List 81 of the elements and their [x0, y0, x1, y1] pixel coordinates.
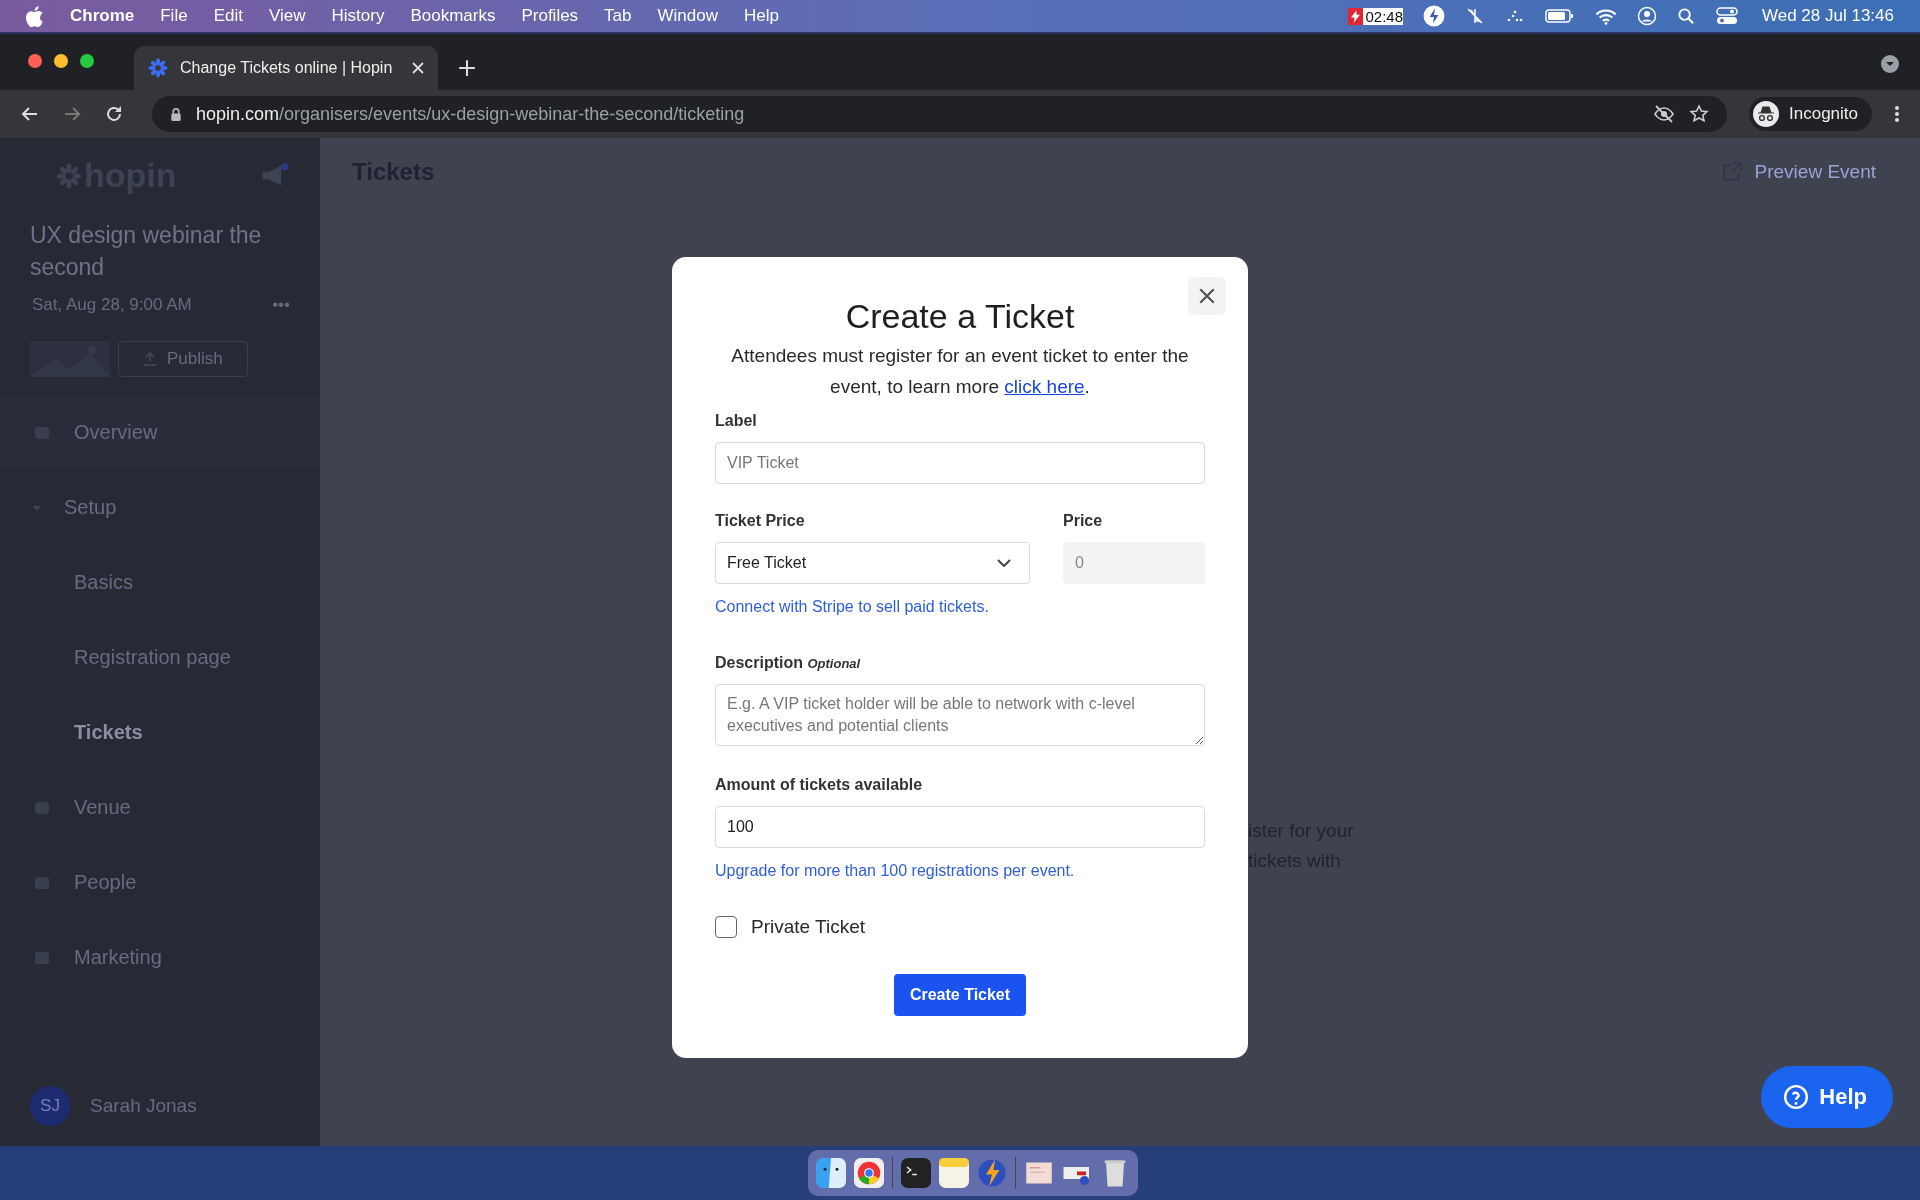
maximize-window-button[interactable] [80, 54, 94, 68]
upgrade-link[interactable]: Upgrade for more than 100 registrations per event. [715, 862, 1075, 880]
menu-item[interactable]: Edit [213, 6, 243, 26]
address-bar[interactable]: hopin.com/organisers/events/ux-design-webinar-the-second/ticketing [152, 96, 1727, 132]
event-title: UX design webinar the second [29, 221, 263, 282]
help-button[interactable]: Help [1761, 1066, 1893, 1128]
finder-icon[interactable] [816, 1158, 846, 1188]
nav-item[interactable]: Venue [0, 770, 320, 845]
nav-item[interactable]: Basics [0, 545, 320, 620]
close-window-button[interactable] [28, 54, 42, 68]
nav-item[interactable]: Setup [0, 470, 320, 545]
eye-slash-icon[interactable] [1653, 105, 1675, 123]
nav-item[interactable]: People [0, 845, 320, 920]
event-date: Sat, Aug 28, 9:00 AM [32, 295, 192, 315]
user-icon[interactable] [1637, 6, 1657, 26]
menu-item[interactable]: Window [657, 6, 718, 26]
field-label: Description [715, 654, 803, 671]
nav-item[interactable]: Overview [0, 395, 320, 470]
menu-item[interactable]: History [331, 6, 385, 26]
field-label: Price [1063, 512, 1104, 530]
tab-title: Change Tickets online | Hopin [180, 59, 394, 77]
publish-button[interactable]: Publish [118, 341, 248, 377]
preview-event-link[interactable]: Preview Event [1720, 161, 1876, 183]
field-label: Ticket Price [715, 512, 806, 530]
menu-item[interactable]: File [160, 6, 188, 26]
nav-item[interactable]: Marketing [0, 920, 320, 995]
battery-icon[interactable] [1545, 8, 1575, 24]
crossed-out-icon[interactable] [1465, 6, 1485, 26]
menu-item[interactable]: Profiles [521, 6, 579, 26]
lightning-app-icon[interactable] [977, 1158, 1007, 1188]
amount-field[interactable]: 100 [715, 806, 1205, 848]
menu-item[interactable]: View [268, 6, 306, 26]
incognito-icon [1753, 101, 1779, 127]
checkbox-label: Private Ticket [751, 916, 866, 938]
close-icon [1198, 287, 1216, 305]
toggles-icon[interactable] [1716, 6, 1738, 26]
click-here-link[interactable]: click here [1004, 376, 1085, 397]
terminal-icon[interactable] [901, 1158, 931, 1188]
new-tab-icon[interactable] [458, 59, 476, 77]
star-icon[interactable] [1689, 104, 1709, 124]
stripe-link[interactable]: Connect with Stripe to sell paid tickets. [715, 598, 989, 616]
close-button[interactable] [1188, 277, 1226, 315]
upload-icon [143, 352, 157, 366]
wifi-icon[interactable] [1595, 7, 1617, 25]
profile-button[interactable]: Incognito [1749, 97, 1872, 131]
chrome-icon[interactable] [854, 1158, 884, 1188]
bolt-icon[interactable] [1423, 5, 1445, 27]
create-ticket-button[interactable]: Create Ticket [893, 974, 1027, 1016]
menu-item[interactable]: Tab [604, 6, 632, 26]
search-icon[interactable] [1677, 6, 1696, 26]
intro-text: Attendees must register for an event ticket to enter the event, to learn more click here. [730, 344, 1190, 399]
more-options-button[interactable]: ••• [272, 295, 290, 315]
ticket-price-dropdown[interactable]: Free Ticket [715, 542, 1030, 584]
menu-item[interactable]: Help [744, 6, 779, 26]
minimize-window-button[interactable] [54, 54, 68, 68]
chevron-down-icon [997, 559, 1011, 567]
private-checkbox[interactable] [715, 916, 737, 938]
user-name: Sarah Jonas [90, 1095, 197, 1117]
reload-icon[interactable] [104, 104, 124, 124]
more-icon[interactable] [1894, 104, 1900, 124]
favicon-icon [148, 58, 168, 78]
field-label: Amount of tickets available [715, 776, 924, 794]
nav-item[interactable]: Registration page [0, 620, 320, 695]
question-icon [1783, 1084, 1810, 1110]
timer-badge[interactable]: 02:48 [1348, 7, 1403, 25]
tab-search-icon[interactable] [1880, 54, 1900, 74]
user-avatar[interactable]: SJ [30, 1086, 70, 1126]
dialog-title: Create a Ticket [844, 297, 1076, 336]
field-label: Label [715, 412, 758, 430]
optional-label: Optional [807, 656, 861, 671]
apple-icon[interactable] [26, 5, 44, 27]
close-icon[interactable] [412, 62, 424, 74]
nav-item[interactable]: Tickets [0, 695, 320, 770]
browser-tab[interactable]: Change Tickets online | Hopin [134, 46, 438, 90]
clock[interactable]: Wed 28 Jul 13:46 [1762, 6, 1894, 26]
description-field[interactable]: E.g. A VIP ticket holder will be able to network with c-level executives and potential clients [715, 684, 1205, 746]
lock-icon [170, 106, 182, 122]
app-menu[interactable]: Chrome [70, 6, 135, 26]
menu-item[interactable]: Bookmarks [410, 6, 496, 26]
label-field[interactable]: VIP Ticket [715, 442, 1205, 484]
notes-icon[interactable] [939, 1158, 969, 1188]
